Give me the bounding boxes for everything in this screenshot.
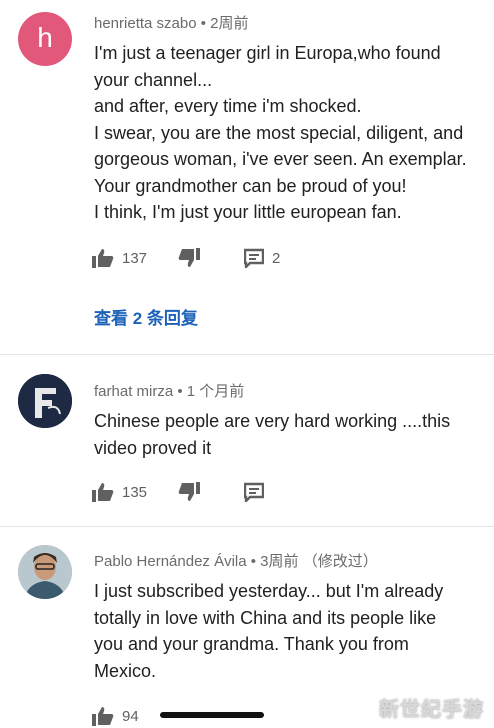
reply-comment-icon [244, 482, 264, 502]
avatar-letter: h [37, 22, 53, 53]
comment-line: totally in love with China and its peopl… [94, 607, 437, 628]
comment-line: video proved it [94, 437, 212, 458]
comment-line: and after, every time i'm shocked. [94, 96, 362, 116]
like-count: 137 [122, 249, 148, 267]
comment-text: I'm just a teenager girl in Europa,who f… [94, 40, 484, 226]
like-button[interactable]: 135 [92, 480, 147, 504]
avatar-logo-icon [18, 374, 72, 428]
comment-line: gorgeous woman, i've ever seen. An exemp… [94, 149, 467, 169]
comment-line: your channel... [94, 69, 213, 90]
view-replies-link[interactable]: 查看 2 条回复 [94, 304, 198, 329]
scroll-handle[interactable] [160, 712, 264, 718]
comment-author[interactable]: Pablo Hernández Ávila [94, 553, 247, 570]
like-button[interactable]: 94 [92, 704, 139, 728]
avatar[interactable]: h [18, 12, 72, 66]
comment-line: I just subscribed yesterday... but I'm a… [94, 581, 444, 601]
like-button[interactable]: 137 [92, 246, 147, 270]
dislike-button[interactable] [178, 246, 200, 270]
dislike-button[interactable] [178, 480, 200, 504]
comment-meta: henrietta szabo • 2周前 [94, 12, 249, 33]
divider [0, 354, 494, 355]
like-count: 135 [122, 483, 148, 501]
comment-meta: Pablo Hernández Ávila • 3周前 （修改过） [94, 550, 378, 571]
comment-line: you and your grandma. Thank you from [94, 634, 409, 654]
comment-line: Your grandmother can be proud of you! [94, 175, 407, 196]
thumbs-up-icon [92, 483, 114, 502]
comment-line: I swear, you are the most special, dilig… [94, 122, 464, 143]
divider [0, 526, 494, 527]
avatar-photo-icon [18, 545, 72, 599]
comment-author[interactable]: farhat mirza [94, 383, 173, 400]
like-count: 94 [122, 707, 139, 725]
comment-line: I think, I'm just your little european f… [94, 202, 402, 222]
comment-time: • 2周前 [200, 15, 249, 32]
reply-button[interactable]: 2 [244, 246, 280, 270]
reply-button[interactable] [244, 480, 264, 504]
thumbs-up-icon [92, 707, 114, 726]
avatar[interactable] [18, 545, 72, 599]
comment-line: Chinese people are very hard working ...… [94, 411, 451, 431]
comment-line: Mexico. [94, 660, 157, 681]
comment-author[interactable]: henrietta szabo [94, 15, 197, 32]
comment-text: Chinese people are very hard working ...… [94, 408, 484, 461]
thumbs-up-icon [92, 249, 114, 268]
avatar[interactable] [18, 374, 72, 428]
reply-count: 2 [272, 249, 281, 267]
thumbs-down-icon [178, 248, 200, 267]
comment-meta: farhat mirza • 1 个月前 [94, 380, 244, 401]
thumbs-down-icon [178, 482, 200, 501]
comment-text: I just subscribed yesterday... but I'm a… [94, 578, 484, 684]
comment-line: I'm just a teenager girl in Europa,who f… [94, 43, 441, 63]
watermark: 新世纪手游 [379, 699, 484, 721]
comment-time: • 1 个月前 [177, 383, 245, 400]
comment-time: • 3周前 （修改过） [250, 553, 378, 570]
reply-comment-icon [244, 248, 264, 268]
